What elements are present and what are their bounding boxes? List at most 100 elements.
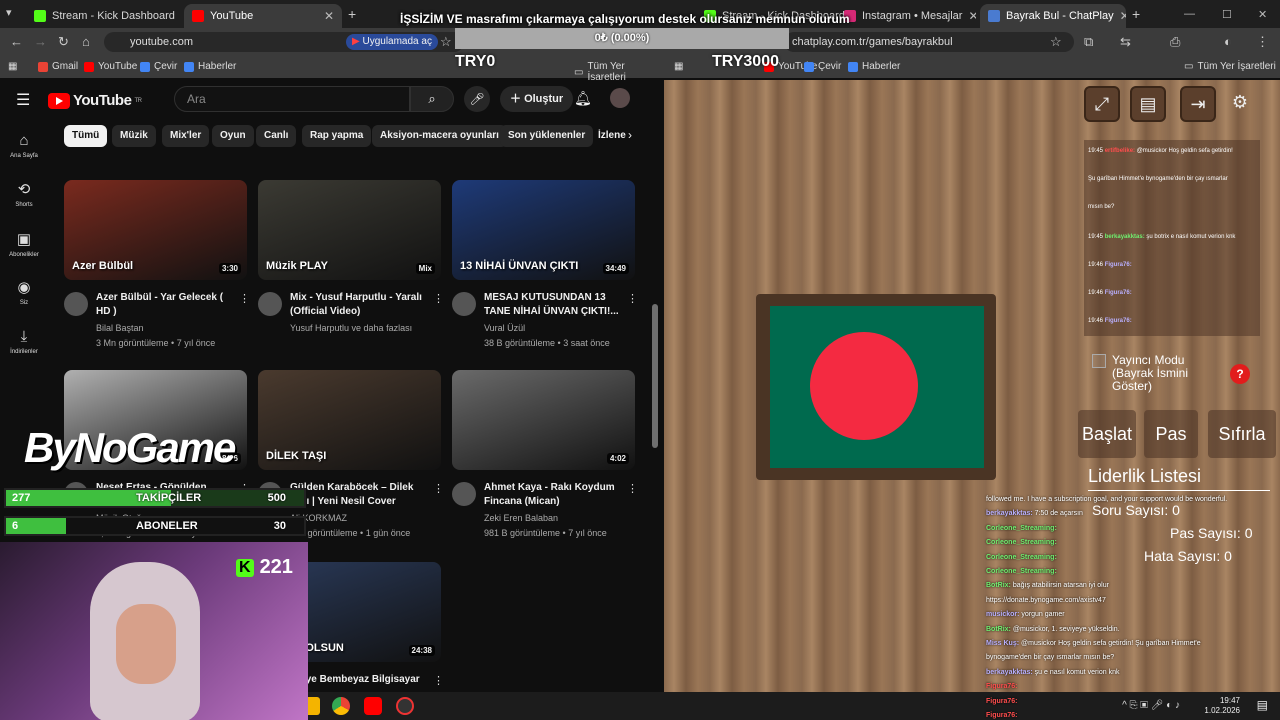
- exit-icon[interactable]: ⇥: [1180, 86, 1216, 122]
- url-field[interactable]: chatplay.com.tr/games/bayrakbul: [784, 32, 1074, 52]
- close-window-icon[interactable]: ✕: [1258, 8, 1267, 21]
- apps-icon[interactable]: ▦: [8, 61, 17, 72]
- all-bookmarks[interactable]: ▭ Tüm Yer İşaretleri: [1184, 61, 1276, 72]
- gear-icon[interactable]: ⚙: [1222, 86, 1258, 122]
- notifications-bell-icon[interactable]: 🔔︎: [574, 90, 592, 107]
- back-icon[interactable]: ←: [10, 34, 23, 49]
- close-tab-icon[interactable]: ✕: [324, 9, 334, 23]
- video-title[interactable]: Mix - Yusuf Harputlu - Yaralı (Official …: [290, 291, 429, 319]
- video-thumbnail[interactable]: Azer Bülbül 3:30: [64, 180, 247, 280]
- chrome-icon[interactable]: [332, 697, 350, 715]
- forward-icon[interactable]: →: [34, 34, 47, 49]
- bookmarks-bar: ▦ Gmail YouTube Çevir Haberler ▭ Tüm Yer …: [0, 56, 664, 83]
- chip-rap[interactable]: Rap yapma: [302, 125, 372, 147]
- tab-bayrak-bul[interactable]: Bayrak Bul - ChatPlay ✕: [980, 4, 1126, 28]
- chip-live[interactable]: Canlı: [256, 125, 297, 147]
- tab-menu-icon[interactable]: ▾: [6, 6, 12, 19]
- create-button[interactable]: ＋ Oluştur: [500, 86, 574, 112]
- more-options-icon[interactable]: ⋮: [433, 482, 444, 495]
- hamburger-menu-icon[interactable]: ☰: [16, 90, 30, 110]
- avatar[interactable]: [610, 88, 630, 108]
- search-button[interactable]: ⌕: [410, 86, 454, 112]
- chip-all[interactable]: Tümü: [64, 125, 108, 147]
- apps-icon[interactable]: ▦: [674, 61, 683, 72]
- chat-message: mısın be?: [1088, 204, 1115, 210]
- channel-name[interactable]: Zeki Eren Balaban: [484, 511, 558, 525]
- channel-avatar[interactable]: [452, 292, 476, 316]
- youtube-logo[interactable]: YouTube TR: [48, 92, 142, 109]
- channel-avatar[interactable]: [64, 292, 88, 316]
- reset-button[interactable]: Sıfırla: [1208, 410, 1276, 458]
- video-title[interactable]: Ahmet Kaya - Rakı Koydum Fincana (Mican): [484, 481, 623, 509]
- sidebar-item-subscriptions[interactable]: ▣ Abonelikler: [0, 230, 48, 258]
- bookmark-news[interactable]: Haberler: [848, 61, 900, 72]
- channel-avatar[interactable]: [258, 292, 282, 316]
- tab-instagram[interactable]: Instagram • Mesajlar ✕: [836, 4, 976, 28]
- chip-music[interactable]: Müzik: [112, 125, 156, 147]
- video-thumbnail[interactable]: 4:02: [452, 370, 635, 470]
- chip-gaming[interactable]: Oyun: [212, 125, 254, 147]
- bookmark-translate[interactable]: Çevir: [140, 61, 177, 72]
- menu-icon[interactable]: ⋮: [1256, 34, 1269, 50]
- close-tab-icon[interactable]: ✕: [1120, 9, 1126, 23]
- pass-button[interactable]: Pas: [1144, 410, 1198, 458]
- youtube-icon: [192, 10, 204, 22]
- streamer-mode-checkbox[interactable]: [1092, 354, 1106, 368]
- stream-chat-line: Figura76:: [986, 683, 1018, 691]
- page-scrollbar[interactable]: [652, 304, 658, 448]
- close-tab-icon[interactable]: ✕: [968, 9, 976, 23]
- video-title[interactable]: Azer Bülbül - Yar Gelecek ( HD ): [96, 291, 235, 319]
- channel-name[interactable]: Yusuf Harputlu ve daha fazlası: [290, 321, 412, 335]
- chip-mixes[interactable]: Mix'ler: [162, 125, 210, 147]
- bookmark-translate[interactable]: Çevir: [804, 61, 841, 72]
- sidebar-item-you[interactable]: ◉ Siz: [0, 278, 48, 306]
- print-icon[interactable]: ⎙: [1170, 34, 1180, 50]
- chip-action-adventure[interactable]: Aksiyon-macera oyunları: [372, 125, 507, 147]
- new-tab-icon[interactable]: +: [348, 6, 356, 22]
- translate-icon[interactable]: ⇆: [1120, 34, 1131, 50]
- tab-youtube[interactable]: YouTube ✕: [184, 4, 342, 28]
- bookmark-star-icon[interactable]: ☆: [1050, 34, 1062, 50]
- sidebar-item-shorts[interactable]: ⟲ Shorts: [0, 180, 48, 208]
- open-in-app-button[interactable]: ▶ Uygulamada aç: [346, 34, 438, 50]
- expand-icon[interactable]: ⤢: [1084, 86, 1120, 122]
- youtube-taskbar-icon[interactable]: [364, 697, 382, 715]
- obs-icon[interactable]: [396, 697, 414, 715]
- more-options-icon[interactable]: ⋮: [627, 482, 638, 495]
- more-options-icon[interactable]: ⋮: [239, 292, 250, 305]
- channel-avatar[interactable]: [452, 482, 476, 506]
- minimize-icon[interactable]: —: [1184, 8, 1195, 20]
- more-options-icon[interactable]: ⋮: [433, 292, 444, 305]
- channel-name[interactable]: Bilal Baştan: [96, 321, 144, 335]
- profile-icon[interactable]: ◐: [1224, 34, 1232, 49]
- close-tab-icon[interactable]: ✕: [181, 9, 182, 23]
- document-icon[interactable]: ▤: [1130, 86, 1166, 122]
- reload-icon[interactable]: ↻: [58, 34, 69, 50]
- video-thumbnail[interactable]: DİLEK TAŞI: [258, 370, 441, 470]
- bookmark-star-icon[interactable]: ☆: [440, 34, 452, 50]
- chip-recently-uploaded[interactable]: Son yüklenenler: [500, 125, 594, 147]
- video-thumbnail[interactable]: 13 NİHAİ ÜNVAN ÇIKTI 34:49: [452, 180, 635, 280]
- channel-name[interactable]: Vural Üzül: [484, 321, 525, 335]
- extensions-icon[interactable]: ⧉: [1084, 34, 1093, 50]
- video-title[interactable]: MESAJ KUTUSUNDAN 13 TANE NİHAİ ÜNVAN ÇIK…: [484, 291, 623, 319]
- more-options-icon[interactable]: ⋮: [627, 292, 638, 305]
- help-button[interactable]: ?: [1230, 364, 1250, 384]
- bookmark-news[interactable]: Haberler: [184, 61, 236, 72]
- tab-kick-dashboard[interactable]: Stream - Kick Dashboard ✕: [26, 4, 182, 28]
- bookmark-gmail[interactable]: Gmail: [38, 61, 78, 72]
- bookmark-youtube[interactable]: YouTube: [84, 61, 137, 72]
- new-tab-icon[interactable]: +: [1132, 6, 1140, 22]
- sidebar-item-downloads[interactable]: ⤓ İndirilenler: [0, 328, 48, 355]
- chevron-right-icon[interactable]: ›: [628, 128, 632, 142]
- sidebar-item-home[interactable]: ⌂ Ana Sayfa: [0, 132, 48, 159]
- search-input[interactable]: Ara: [174, 86, 410, 112]
- voice-search-button[interactable]: 🎤︎: [464, 86, 490, 112]
- video-title[interactable]: UZ'ye Bembeyaz Bilgisayar: [290, 673, 429, 687]
- start-button[interactable]: Başlat: [1078, 410, 1136, 458]
- maximize-icon[interactable]: ☐: [1222, 8, 1232, 21]
- more-options-icon[interactable]: ⋮: [433, 674, 444, 687]
- home-icon[interactable]: ⌂: [82, 34, 90, 49]
- video-thumbnail[interactable]: Müzik PLAY Mix: [258, 180, 441, 280]
- video-title[interactable]: Gülden Karaböcek – Dilek Taşı | Yeni Nes…: [290, 481, 429, 509]
